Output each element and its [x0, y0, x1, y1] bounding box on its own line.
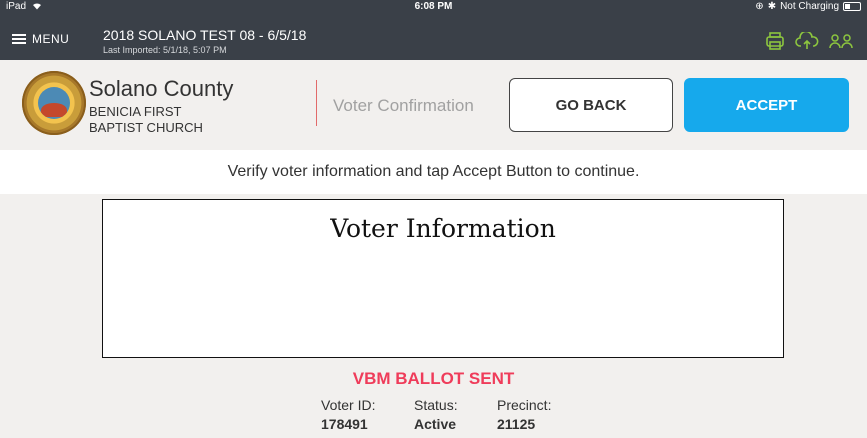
menu-label: MENU — [32, 32, 70, 46]
voter-id-label: Voter ID: — [321, 397, 376, 413]
page-title: Voter Confirmation — [333, 96, 474, 115]
header-divider — [316, 80, 317, 126]
precinct-field: Precinct: 21125 — [497, 397, 551, 432]
county-seal-logo — [22, 71, 86, 135]
menu-button[interactable]: MENU — [12, 32, 69, 46]
go-back-button[interactable]: GO BACK — [509, 78, 673, 132]
county-name: Solano County — [89, 76, 234, 101]
precinct-value: 21125 — [497, 416, 536, 432]
charging-label: Not Charging — [780, 1, 839, 12]
voter-info-panel: Voter Information — [102, 199, 784, 358]
battery-icon — [843, 2, 861, 11]
printer-icon[interactable] — [765, 32, 785, 50]
hamburger-icon — [12, 32, 26, 46]
voter-info-title: Voter Information — [330, 214, 556, 243]
toolbar-icons — [765, 32, 853, 50]
bluetooth-icon: ✱ — [767, 1, 777, 12]
election-title: 2018 SOLANO TEST 08 - 6/5/18 — [103, 27, 307, 43]
status-field: Status: Active — [414, 397, 458, 432]
status-value: Active — [414, 416, 457, 432]
top-bar: iPad 6:08 PM ⊕ ✱ Not Charging MENU 2018 … — [0, 0, 867, 60]
header: Solano County BENICIA FIRST BAPTIST CHUR… — [0, 60, 867, 150]
location-icon: ⊕ — [755, 1, 764, 12]
precinct-label: Precinct: — [497, 397, 552, 413]
voter-id-field: Voter ID: 178491 — [321, 397, 375, 432]
cloud-upload-icon[interactable] — [795, 32, 819, 50]
voter-id-value: 178491 — [321, 416, 368, 432]
last-imported: Last Imported: 5/1/18, 5:07 PM — [103, 45, 227, 55]
accept-button[interactable]: ACCEPT — [684, 78, 849, 132]
status-banner: VBM BALLOT SENT — [352, 369, 515, 388]
instruction-text: Verify voter information and tap Accept … — [227, 163, 640, 180]
polling-site-line2: BAPTIST CHURCH — [89, 120, 203, 135]
status-time: 6:08 PM — [414, 1, 453, 12]
users-icon[interactable] — [829, 33, 853, 49]
status-label: Status: — [414, 397, 458, 413]
instruction-band: Verify voter information and tap Accept … — [0, 150, 867, 194]
status-right: ⊕ ✱ Not Charging — [755, 1, 861, 12]
polling-site-line1: BENICIA FIRST — [89, 104, 182, 119]
